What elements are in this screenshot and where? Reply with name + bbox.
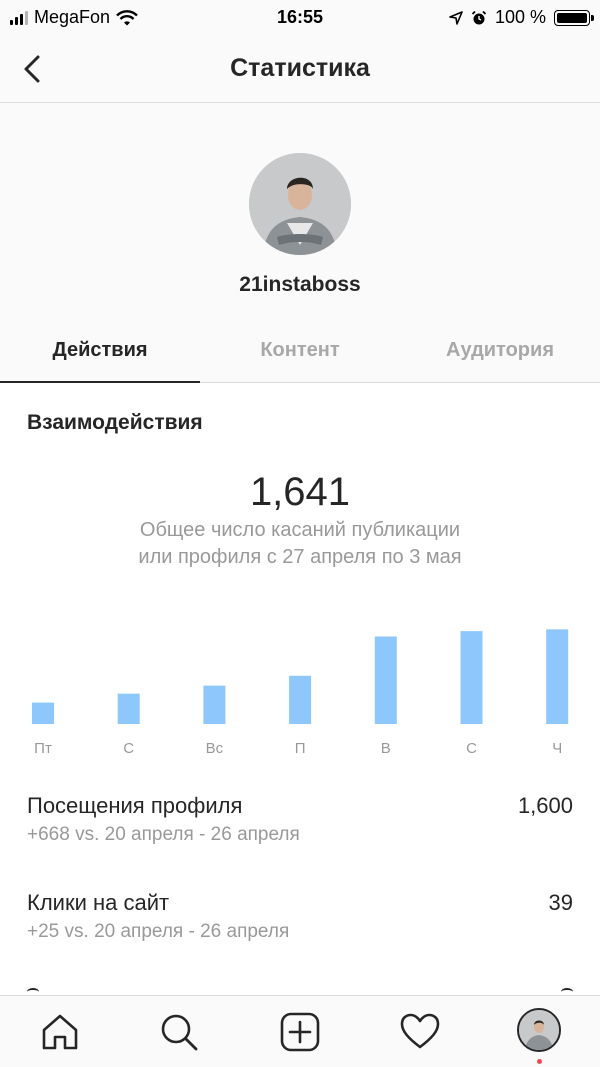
tab-actions[interactable]: Действия bbox=[0, 320, 200, 383]
metric-comparison: +668 vs. 20 апреля - 26 апреля bbox=[27, 824, 300, 845]
chart-bar bbox=[289, 675, 312, 724]
heart-icon[interactable] bbox=[400, 1012, 440, 1052]
chart-x-label: Пт bbox=[34, 740, 52, 757]
section-title: Взаимодействия bbox=[27, 411, 203, 434]
location-arrow-icon bbox=[449, 10, 463, 25]
home-icon[interactable] bbox=[40, 1012, 80, 1052]
chart-bar bbox=[32, 702, 54, 724]
profile-avatar bbox=[249, 153, 351, 255]
metric-label: Клики на сайт bbox=[27, 890, 170, 915]
battery-icon bbox=[554, 9, 594, 26]
chart-x-label: П bbox=[295, 740, 306, 757]
tab-audience[interactable]: Аудитория bbox=[400, 320, 600, 382]
search-icon[interactable] bbox=[159, 1012, 199, 1052]
chart-x-label: Ч bbox=[552, 740, 562, 757]
notification-dot bbox=[537, 1059, 542, 1064]
profile-tab-avatar[interactable] bbox=[517, 1008, 561, 1052]
bottom-tab-bar bbox=[0, 995, 600, 1067]
battery-percent: 100 % bbox=[494, 7, 546, 27]
metric-label: Посещения профиля bbox=[27, 793, 243, 818]
metric-value: 39 bbox=[548, 890, 573, 915]
interactions-description: Общее число касаний публикации или профи… bbox=[138, 519, 462, 568]
chart-x-label: Вс bbox=[206, 740, 224, 757]
chart-x-label: С bbox=[466, 740, 477, 757]
status-bar: MegaFon 16:55 100 % bbox=[0, 0, 600, 36]
add-post-icon[interactable] bbox=[280, 1012, 320, 1052]
chart-bar bbox=[117, 693, 140, 724]
page-title: Статистика bbox=[230, 54, 370, 82]
metric-value: 1,600 bbox=[517, 793, 573, 818]
metric-comparison: +25 vs. 20 апреля - 26 апреля bbox=[27, 921, 290, 942]
interactions-chart: Пт С Вс П В С Ч bbox=[0, 600, 600, 765]
chart-x-label: С bbox=[123, 740, 134, 757]
chart-bar bbox=[374, 636, 397, 724]
stats-tabs: Действия Контент Аудитория bbox=[0, 320, 600, 383]
metric-website-clicks: Клики на сайт 39 +25 vs. 20 апреля - 26 … bbox=[27, 890, 573, 943]
chart-bar bbox=[460, 631, 483, 724]
chart-x-label: В bbox=[381, 740, 391, 757]
chart-bar bbox=[546, 629, 569, 724]
alarm-icon bbox=[471, 10, 487, 24]
profile-username: 21instaboss bbox=[239, 273, 361, 296]
chart-bar bbox=[203, 685, 226, 724]
interactions-total: 1,641 bbox=[249, 470, 351, 514]
metric-profile-visits: Посещения профиля 1,600 +668 vs. 20 апре… bbox=[27, 793, 573, 846]
navigation-bar: Статистика bbox=[0, 36, 600, 103]
tab-content[interactable]: Контент bbox=[200, 320, 400, 382]
